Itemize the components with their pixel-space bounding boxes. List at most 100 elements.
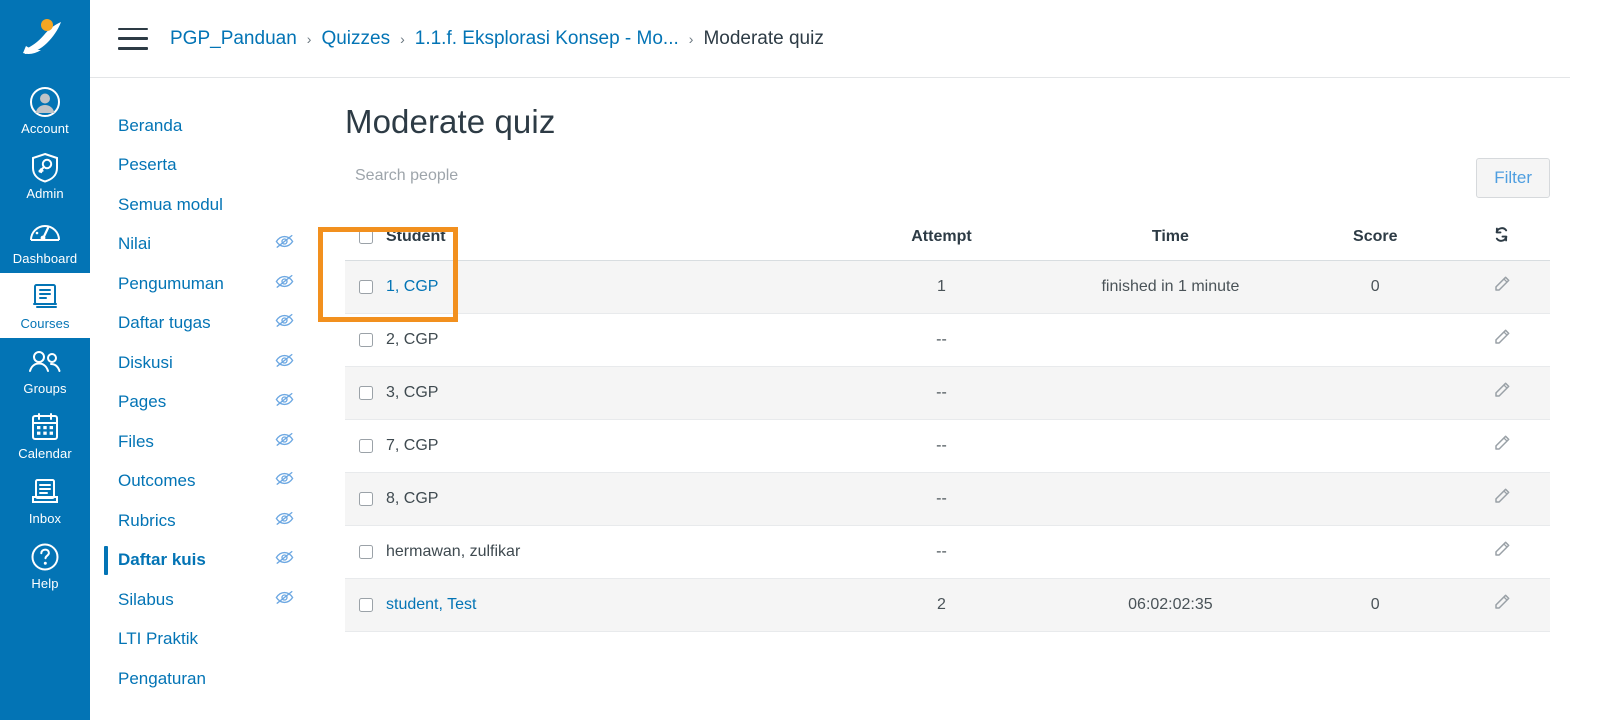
search-input[interactable] [345, 158, 675, 194]
book-icon [31, 280, 59, 314]
table-row[interactable]: 3, CGP -- [345, 366, 1550, 420]
global-nav-item-account[interactable]: Account [0, 78, 90, 143]
course-nav-item-outcomes[interactable]: Outcomes [90, 462, 320, 502]
course-nav-item-daftar-kuis[interactable]: Daftar kuis [90, 541, 320, 581]
course-nav-label: LTI Praktik [118, 629, 198, 649]
global-nav-item-groups[interactable]: Groups [0, 338, 90, 403]
student-name: 7, CGP [386, 436, 439, 454]
cell-edit [1453, 366, 1550, 420]
course-nav-item-silabus[interactable]: Silabus [90, 580, 320, 620]
cell-attempt: 1 [839, 260, 1044, 314]
global-nav-item-inbox[interactable]: Inbox [0, 468, 90, 533]
course-nav-item-pages[interactable]: Pages [90, 383, 320, 423]
user-circle-icon [29, 85, 61, 119]
table-row[interactable]: 7, CGP -- [345, 419, 1550, 473]
hamburger-icon[interactable] [118, 27, 148, 50]
course-nav-label: Silabus [118, 589, 174, 609]
row-checkbox[interactable] [359, 332, 373, 347]
student-name: 2, CGP [386, 330, 439, 348]
cell-edit [1453, 260, 1550, 314]
canvas-logo-icon[interactable] [9, 8, 81, 70]
student-name-link[interactable]: 1, CGP [386, 278, 438, 296]
course-navigation: Beranda Peserta Semua modul Nilai Pengum… [90, 78, 320, 720]
column-header-refresh[interactable] [1453, 215, 1550, 261]
pencil-icon[interactable] [1493, 275, 1511, 293]
row-checkbox[interactable] [359, 597, 373, 612]
course-nav-item-files[interactable]: Files [90, 422, 320, 462]
global-nav-item-help[interactable]: Help [0, 533, 90, 598]
course-nav-item-beranda[interactable]: Beranda [90, 106, 320, 146]
body-area: Beranda Peserta Semua modul Nilai Pengum… [90, 78, 1600, 720]
row-checkbox[interactable] [359, 279, 373, 294]
table-row[interactable]: 1, CGP 1 finished in 1 minute 0 [345, 260, 1550, 314]
course-nav-item-pengumuman[interactable]: Pengumuman [90, 264, 320, 304]
breadcrumb-item-course[interactable]: PGP_Panduan [170, 28, 297, 50]
cell-score [1296, 419, 1454, 473]
global-nav-item-courses[interactable]: Courses [0, 273, 90, 338]
cell-attempt: -- [839, 366, 1044, 420]
row-checkbox[interactable] [359, 491, 373, 506]
eye-slash-icon [275, 234, 294, 254]
pencil-icon[interactable] [1493, 487, 1511, 505]
pencil-icon[interactable] [1493, 328, 1511, 346]
cell-score: 0 [1296, 578, 1454, 632]
pencil-icon[interactable] [1493, 593, 1511, 611]
course-nav-item-pengaturan[interactable]: Pengaturan [90, 659, 320, 699]
course-nav-item-nilai[interactable]: Nilai [90, 225, 320, 265]
course-nav-label: Daftar kuis [118, 550, 206, 570]
column-header-score[interactable]: Score [1296, 215, 1454, 261]
row-checkbox[interactable] [359, 385, 373, 400]
row-checkbox[interactable] [359, 438, 373, 453]
table-row[interactable]: 2, CGP -- [345, 313, 1550, 367]
breadcrumb-separator: › [688, 30, 694, 47]
envelope-icon [30, 475, 60, 509]
table-row[interactable]: student, Test 2 06:02:02:35 0 [345, 578, 1550, 632]
course-nav-item-rubrics[interactable]: Rubrics [90, 501, 320, 541]
eye-slash-icon [275, 590, 294, 610]
course-nav-item-semua-modul[interactable]: Semua modul [90, 185, 320, 225]
filter-button[interactable]: Filter [1476, 158, 1550, 198]
global-nav-item-admin[interactable]: Admin [0, 143, 90, 208]
course-nav-item-lti-praktik[interactable]: LTI Praktik [90, 620, 320, 660]
column-header-student[interactable]: Student [345, 215, 840, 261]
breadcrumb: PGP_Panduan › Quizzes › 1.1.f. Eksploras… [170, 28, 824, 50]
student-name: 3, CGP [386, 383, 439, 401]
course-nav-label: Peserta [118, 155, 177, 175]
course-nav-item-daftar-tugas[interactable]: Daftar tugas [90, 304, 320, 344]
table-header: Student Attempt Time Score [345, 215, 1550, 261]
cell-attempt: -- [839, 313, 1044, 367]
breadcrumb-item-quiz[interactable]: 1.1.f. Eksplorasi Konsep - Mo... [415, 28, 679, 50]
pencil-icon[interactable] [1493, 434, 1511, 452]
cell-attempt: -- [839, 525, 1044, 579]
pencil-icon[interactable] [1493, 381, 1511, 399]
breadcrumb-item-quizzes[interactable]: Quizzes [321, 28, 390, 50]
column-header-attempt[interactable]: Attempt [839, 215, 1044, 261]
cell-time [1043, 525, 1297, 579]
global-nav-item-calendar[interactable]: Calendar [0, 403, 90, 468]
table-body: 1, CGP 1 finished in 1 minute 0 2, CGP -… [345, 260, 1550, 632]
eye-slash-icon [275, 353, 294, 373]
select-all-checkbox[interactable] [359, 230, 373, 245]
cell-time: 06:02:02:35 [1043, 578, 1297, 632]
refresh-icon[interactable] [1493, 227, 1510, 247]
eye-slash-icon [275, 471, 294, 491]
table-row[interactable]: 8, CGP -- [345, 472, 1550, 526]
calendar-icon [30, 410, 60, 444]
course-nav-item-diskusi[interactable]: Diskusi [90, 343, 320, 383]
eye-slash-icon [275, 511, 294, 531]
cell-student: 1, CGP [345, 260, 840, 314]
global-nav-item-dashboard[interactable]: Dashboard [0, 208, 90, 273]
moderate-quiz-table: Student Attempt Time Score 1, CGP 1 fini… [345, 215, 1550, 632]
cell-score: 0 [1296, 260, 1454, 314]
eye-slash-icon [275, 550, 294, 570]
table-row[interactable]: hermawan, zulfikar -- [345, 525, 1550, 579]
cell-time [1043, 313, 1297, 367]
cell-student: 3, CGP [345, 366, 840, 420]
pencil-icon[interactable] [1493, 540, 1511, 558]
student-name-link[interactable]: student, Test [386, 596, 476, 614]
cell-score [1296, 525, 1454, 579]
row-checkbox[interactable] [359, 544, 373, 559]
column-header-time[interactable]: Time [1043, 215, 1297, 261]
cell-score [1296, 313, 1454, 367]
course-nav-item-peserta[interactable]: Peserta [90, 146, 320, 186]
